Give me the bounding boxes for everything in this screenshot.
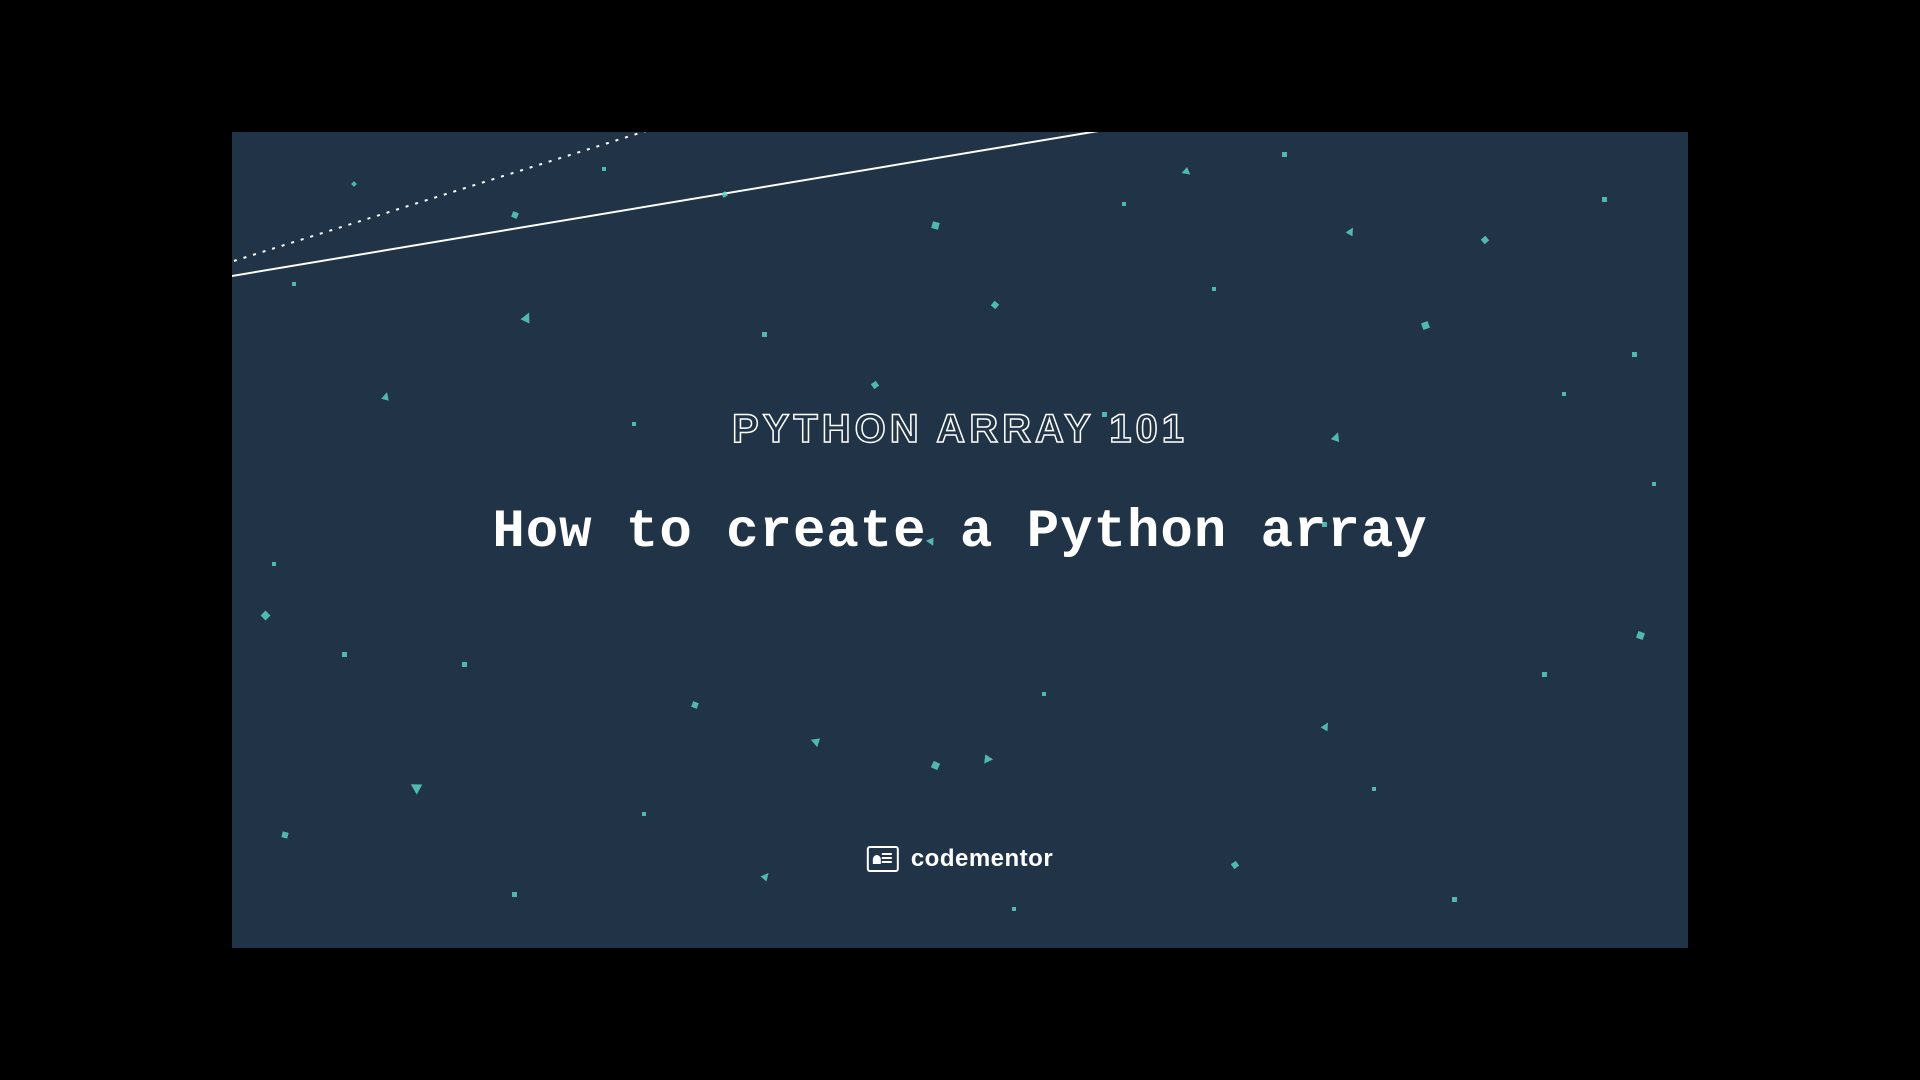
codementor-icon	[867, 846, 899, 872]
brand-logo: codementor	[867, 845, 1053, 873]
content-wrapper: PYTHON ARRAY 101 How to create a Python …	[232, 132, 1688, 948]
brand-name: codementor	[911, 845, 1053, 873]
banner-subtitle: PYTHON ARRAY 101	[732, 407, 1188, 452]
banner-container: PYTHON ARRAY 101 How to create a Python …	[232, 132, 1688, 948]
banner-title: How to create a Python array	[492, 502, 1427, 563]
